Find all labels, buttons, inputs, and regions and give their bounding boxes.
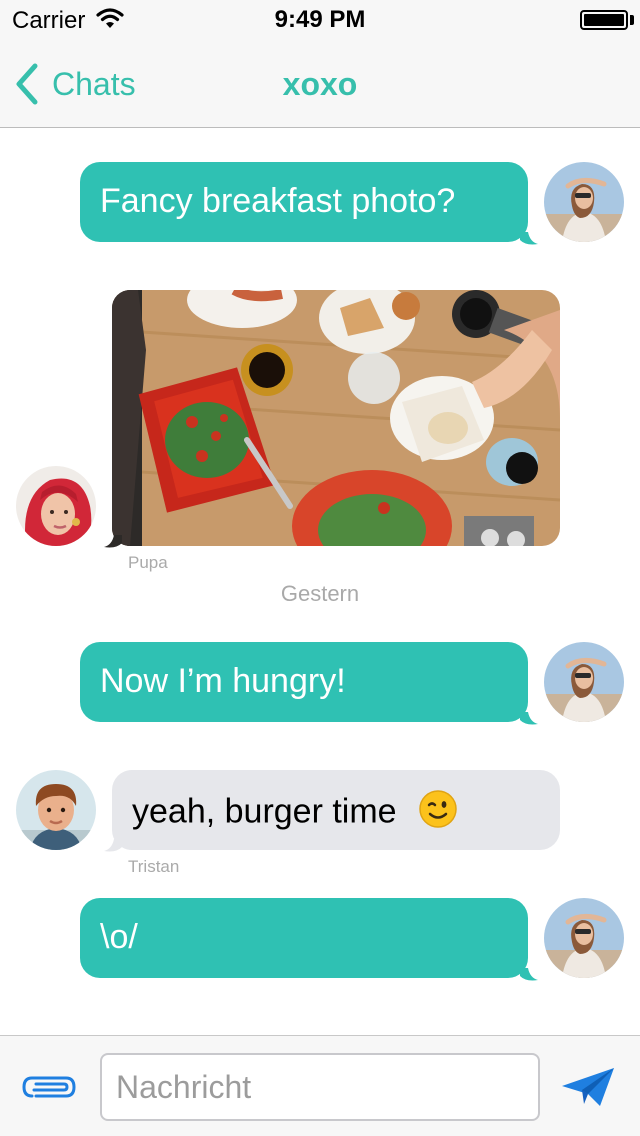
- send-button[interactable]: [560, 1066, 618, 1110]
- sender-name: Pupa: [128, 553, 168, 572]
- sender-avatar[interactable]: [16, 770, 96, 850]
- battery-tip: [630, 15, 634, 25]
- paperclip-icon: [22, 1076, 76, 1098]
- bubble-tail: [520, 232, 538, 245]
- outgoing-message-bubble[interactable]: \o/: [80, 898, 528, 978]
- incoming-photo-message[interactable]: [112, 290, 560, 546]
- winking-face-emoji: [418, 789, 458, 838]
- message-text: yeah, burger time: [132, 792, 397, 831]
- sender-name: Tristan: [128, 857, 180, 876]
- breakfast-photo: [112, 290, 560, 546]
- bubble-tail: [104, 839, 122, 852]
- my-avatar[interactable]: [544, 898, 624, 978]
- incoming-message-bubble[interactable]: yeah, burger time: [112, 770, 560, 850]
- paper-plane-icon: [562, 1068, 614, 1106]
- message-text: \o/: [100, 918, 138, 956]
- conversation-title: xoxo: [282, 66, 358, 102]
- navigation-bar: Chats xoxo: [0, 40, 640, 128]
- my-avatar[interactable]: [544, 162, 624, 242]
- message-text: Fancy breakfast photo?: [100, 182, 456, 220]
- message-input-bar: [0, 1035, 640, 1136]
- attach-button[interactable]: [20, 1070, 80, 1104]
- message-text: Now I’m hungry!: [100, 662, 346, 700]
- message-input[interactable]: [100, 1053, 540, 1121]
- status-bar: Carrier 9:49 PM: [0, 0, 640, 40]
- outgoing-message-bubble[interactable]: Now I’m hungry!: [80, 642, 528, 722]
- bubble-tail: [520, 712, 538, 725]
- status-time: 9:49 PM: [274, 6, 366, 33]
- battery-icon: [580, 10, 628, 30]
- bubble-tail: [520, 968, 538, 981]
- my-avatar[interactable]: [544, 642, 624, 722]
- date-separator: Gestern: [280, 581, 360, 606]
- message-list[interactable]: Fancy breakfast photo? Pupa Gestern Now …: [0, 129, 640, 1035]
- outgoing-message-bubble[interactable]: Fancy breakfast photo?: [80, 162, 528, 242]
- bubble-tail: [104, 535, 122, 548]
- sender-avatar[interactable]: [16, 466, 96, 546]
